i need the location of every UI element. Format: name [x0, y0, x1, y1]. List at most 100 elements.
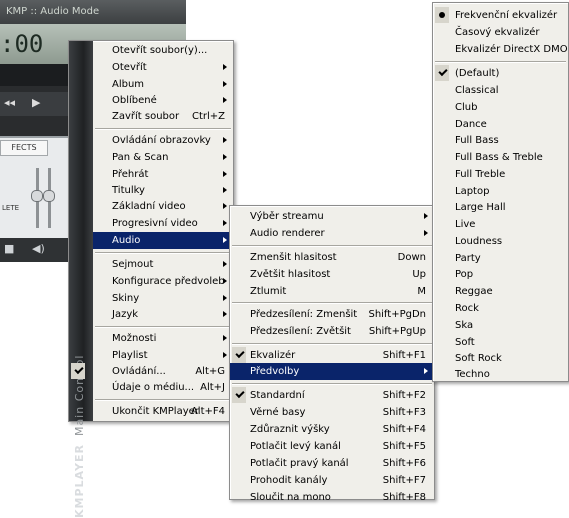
menu-item-label: Club	[455, 102, 478, 113]
volume-icon[interactable]: ◀)	[32, 242, 45, 255]
main-menu-item-moznosti[interactable]: Možnosti	[93, 330, 233, 347]
stop-icon[interactable]: ■	[4, 242, 14, 255]
audio-menu-item-predzesileni-zvetsit[interactable]: Předzesílení: Zvětšit Shift+PgUp	[230, 323, 434, 340]
main-menu-item-udaje-o-mediu[interactable]: Údaje o médiu... Alt+J	[93, 379, 233, 396]
menu-item-label: Věrné basy	[250, 407, 306, 418]
presets-menu-item-ska[interactable]: Ska	[433, 317, 568, 334]
presets-menu-item-frekvencni-ekvalizer[interactable]: Frekvenční ekvalizér	[433, 7, 568, 24]
check-icon	[232, 387, 246, 403]
audio-menu-item-sloucit-na-mono[interactable]: Sloučit na mono Shift+F8	[230, 489, 434, 506]
menu-item-label: Album	[112, 79, 145, 90]
presets-menu-item-full-treble[interactable]: Full Treble	[433, 166, 568, 183]
audio-menu-item-potlacit-pravy-kanal[interactable]: Potlačit pravý kanál Shift+F6	[230, 455, 434, 472]
audio-menu-item-zvetsit-hlasitost[interactable]: Zvětšit hlasitost Up	[230, 266, 434, 283]
presets-menu-item-ekvalizer-directx-dmo[interactable]: Ekvalizér DirectX DMO	[433, 41, 568, 58]
presets-menu-item-classical[interactable]: Classical	[433, 82, 568, 99]
main-menu-item-ovladani[interactable]: Ovládání... Alt+G	[71, 363, 233, 380]
menu-item-label: Rock	[455, 303, 479, 314]
presets-menu-item-soft-rock[interactable]: Soft Rock	[433, 350, 568, 367]
presets-menu-item-live[interactable]: Live	[433, 216, 568, 233]
menu-item-shortcut: Alt+F4	[190, 406, 225, 417]
submenu-arrow-icon	[223, 187, 227, 193]
main-menu-item-progresivni-video[interactable]: Progresivní video	[93, 215, 233, 232]
check-icon	[232, 347, 246, 363]
audio-menu-item-verne-basy[interactable]: Věrné basy Shift+F3	[230, 404, 434, 421]
submenu-arrow-icon	[223, 261, 227, 267]
audio-menu-item-audio-renderer[interactable]: Audio renderer	[230, 225, 434, 242]
menu-item-shortcut: Shift+PgUp	[368, 326, 426, 337]
main-menu-item-prehrat[interactable]: Přehrát	[93, 166, 233, 183]
submenu-arrow-icon	[223, 352, 227, 358]
main-menu-item-titulky[interactable]: Titulky	[93, 182, 233, 199]
presets-menu-item-pop[interactable]: Pop	[433, 266, 568, 283]
audio-menu-item-zmensit-hlasitost[interactable]: Zmenšit hlasitost Down	[230, 249, 434, 266]
menu-item-label: Progresivní video	[112, 218, 198, 229]
delete-button[interactable]: LETE	[2, 204, 19, 212]
main-menu-item-jazyk[interactable]: Jazyk	[93, 306, 233, 323]
presets-menu-item-default[interactable]: (Default)	[433, 65, 568, 82]
player-title: KMP :: Audio Mode	[0, 0, 186, 24]
menu-item-label: Live	[455, 219, 476, 230]
presets-menu-item-rock[interactable]: Rock	[433, 300, 568, 317]
main-menu-item-oblibene[interactable]: Oblíbené	[93, 92, 233, 109]
audio-menu-item-ztlumit[interactable]: Ztlumit M	[230, 283, 434, 300]
submenu-arrow-icon	[223, 137, 227, 143]
presets-menu-item-dance[interactable]: Dance	[433, 116, 568, 133]
eq-slider-knob[interactable]	[43, 190, 55, 202]
main-menu-item-zavrit-soubor[interactable]: Zavřít soubor Ctrl+Z	[93, 108, 233, 125]
main-menu-item-ukoncit-kmplayer[interactable]: Ukončit KMPlayer Alt+F4	[93, 403, 233, 420]
main-menu-item-sejmout[interactable]: Sejmout	[93, 256, 233, 273]
menu-item-label: Sloučit na mono	[250, 492, 331, 503]
audio-menu-item-prohodit-kanaly[interactable]: Prohodit kanály Shift+F7	[230, 472, 434, 489]
play-icon[interactable]: ▶	[32, 96, 40, 109]
effects-tab[interactable]: FECTS	[0, 140, 48, 156]
menu-item-label: Laptop	[455, 186, 490, 197]
menu-item-label: Frekvenční ekvalizér	[455, 10, 558, 21]
menu-separator	[95, 128, 231, 130]
audio-menu-item-ekvalizer[interactable]: Ekvalizér Shift+F1	[230, 347, 434, 364]
menu-item-label: Pop	[455, 269, 474, 280]
main-menu-item-zakladni-video[interactable]: Základní video	[93, 198, 233, 215]
audio-menu-item-potlacit-levy-kanal[interactable]: Potlačit levý kanál Shift+F5	[230, 438, 434, 455]
main-menu-item-ovladani-obrazovky[interactable]: Ovládání obrazovky	[93, 132, 233, 149]
menu-item-label: Předzesílení: Zvětšit	[250, 326, 351, 337]
presets-menu-item-large-hall[interactable]: Large Hall	[433, 199, 568, 216]
audio-menu-item-zduraznit-vysky[interactable]: Zdůraznit výšky Shift+F4	[230, 421, 434, 438]
menu-item-label: Zvětšit hlasitost	[250, 269, 331, 280]
menu-item-label: Časový ekvalizér	[455, 27, 540, 38]
audio-menu-item-vyber-streamu[interactable]: Výběr streamu	[230, 208, 434, 225]
main-menu-item-audio[interactable]: Audio	[93, 232, 233, 249]
main-menu-item-album[interactable]: Album	[93, 76, 233, 93]
menu-separator	[232, 383, 432, 385]
audio-menu-item-standardni[interactable]: Standardní Shift+F2	[230, 387, 434, 404]
main-menu-item-skiny[interactable]: Skiny	[93, 290, 233, 307]
menu-item-shortcut: Shift+F1	[382, 350, 426, 361]
presets-menu-item-techno[interactable]: Techno	[433, 366, 568, 383]
presets-menu-item-reggae[interactable]: Reggae	[433, 283, 568, 300]
presets-menu-item-soft[interactable]: Soft	[433, 334, 568, 351]
main-menu-item-playlist[interactable]: Playlist	[93, 347, 233, 364]
menu-item-label: Oblíbené	[112, 95, 157, 106]
menu-item-shortcut: Alt+J	[200, 382, 225, 393]
audio-menu-item-predzesileni-zmensit[interactable]: Předzesílení: Zmenšit Shift+PgDn	[230, 306, 434, 323]
main-menu-item-otevrit-soubor-y[interactable]: Otevřít soubor(y)...	[93, 42, 233, 59]
main-menu-item-konfigurace-predvoleb[interactable]: Konfigurace předvoleb	[93, 273, 233, 290]
presets-menu-item-casovy-ekvalizer[interactable]: Časový ekvalizér	[433, 24, 568, 41]
presets-menu-item-club[interactable]: Club	[433, 99, 568, 116]
main-menu-item-pan-scan[interactable]: Pan & Scan	[93, 149, 233, 166]
previous-icon[interactable]: ◂◂	[4, 96, 15, 109]
eq-slider-knob[interactable]	[31, 190, 43, 202]
menu-item-label: Zmenšit hlasitost	[250, 252, 337, 263]
presets-menu-item-full-bass[interactable]: Full Bass	[433, 132, 568, 149]
menu-item-label: Full Bass	[455, 135, 499, 146]
presets-menu-item-full-bass-treble[interactable]: Full Bass & Treble	[433, 149, 568, 166]
presets-menu-item-loudness[interactable]: Loudness	[433, 233, 568, 250]
main-menu-item-otevrit[interactable]: Otevřít	[93, 59, 233, 76]
audio-menu-item-predvolby[interactable]: Předvolby	[230, 363, 434, 380]
menu-item-label: Konfigurace předvoleb	[112, 276, 225, 287]
presets-menu-item-party[interactable]: Party	[433, 250, 568, 267]
presets-menu-item-laptop[interactable]: Laptop	[433, 183, 568, 200]
menu-separator	[232, 302, 432, 304]
menu-item-label: (Default)	[455, 68, 500, 79]
check-icon	[435, 65, 449, 81]
